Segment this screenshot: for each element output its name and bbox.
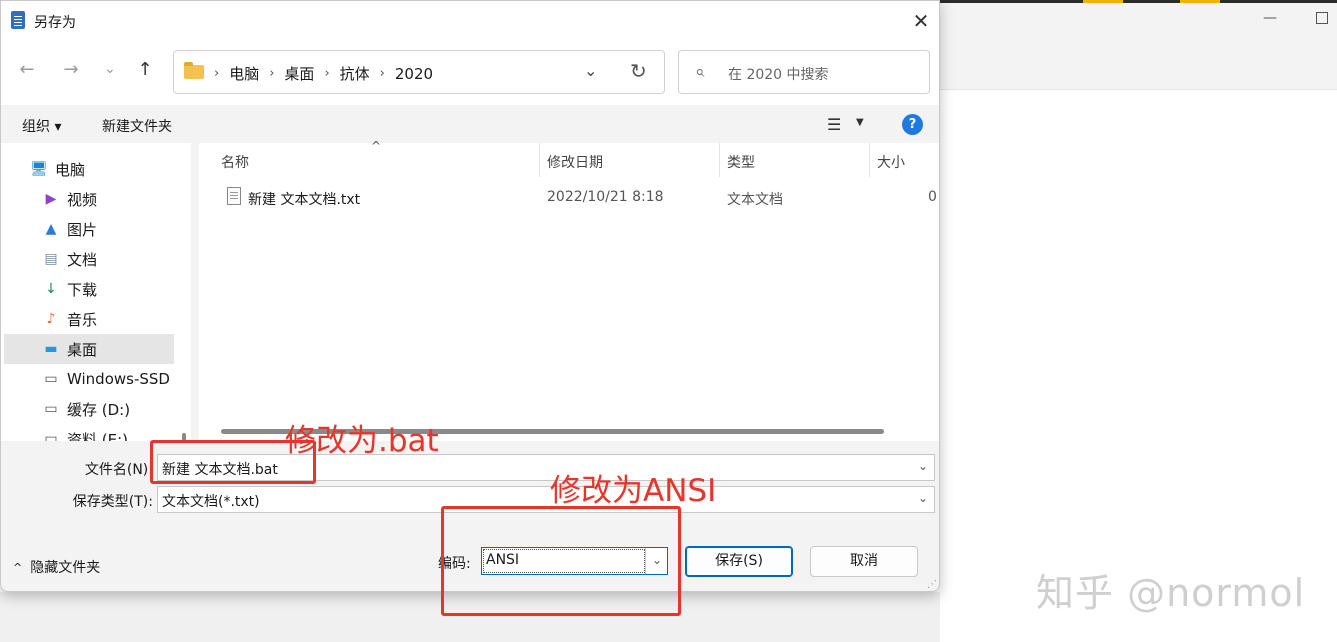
drive-icon: ▭ bbox=[44, 431, 58, 441]
table-row[interactable]: 新建 文本文档.txt 2022/10/21 8:18 文本文档 0 bbox=[199, 183, 939, 213]
text-file-icon bbox=[227, 187, 241, 205]
notepad-icon bbox=[11, 11, 25, 29]
view-options-icon[interactable]: ☰ bbox=[827, 115, 841, 134]
up-button[interactable]: ↑ bbox=[133, 59, 157, 80]
breadcrumb-separator[interactable]: › bbox=[324, 66, 329, 81]
drive-icon: ▭ bbox=[44, 371, 58, 387]
search-input[interactable]: 在 2020 中搜索 bbox=[728, 64, 829, 84]
music-icon: ♪ bbox=[46, 311, 56, 327]
column-divider[interactable] bbox=[869, 143, 870, 177]
folder-icon bbox=[184, 62, 204, 79]
save-as-dialog: 另存为 ✕ ← → ⌄ ↑ › 电脑 › 桌面 › 抗体 › 2020 ⌄ ↻ … bbox=[0, 0, 940, 592]
column-header-type[interactable]: 类型 bbox=[727, 152, 755, 172]
tree-item-label: 下载 bbox=[67, 280, 98, 299]
encoding-highlight-box bbox=[441, 506, 681, 616]
background-titlebar: — bbox=[940, 0, 1337, 90]
chevron-up-icon: ^ bbox=[13, 560, 23, 574]
tree-item-label: 视频 bbox=[67, 190, 98, 209]
background-top-strip bbox=[940, 0, 1337, 3]
breadcrumb-item[interactable]: 2020 bbox=[395, 65, 433, 83]
sort-ascending-icon: ^ bbox=[371, 139, 382, 153]
command-bar: 组织 ▾ 新建文件夹 ☰ ▼ ? bbox=[1, 105, 939, 143]
watermark: 知乎 @normol bbox=[1036, 571, 1306, 615]
column-header-date[interactable]: 修改日期 bbox=[547, 152, 603, 172]
help-icon[interactable]: ? bbox=[902, 114, 923, 135]
minimize-button[interactable]: — bbox=[1258, 10, 1282, 30]
filetype-value: 文本文档(*.txt) bbox=[162, 494, 260, 510]
tree-item-downloads[interactable]: ↓ 下载 bbox=[41, 274, 191, 304]
save-button[interactable]: 保存(S) bbox=[685, 546, 793, 577]
maximize-button[interactable] bbox=[1316, 12, 1328, 24]
tree-item-label: 缓存 (D:) bbox=[67, 400, 131, 419]
column-header-size[interactable]: 大小 bbox=[877, 152, 905, 172]
breadcrumb-item[interactable]: 桌面 bbox=[284, 63, 314, 84]
cancel-button[interactable]: 取消 bbox=[810, 546, 918, 577]
tree-item-label: 图片 bbox=[67, 220, 98, 239]
breadcrumb-separator[interactable]: › bbox=[380, 66, 385, 81]
tree-item-computer[interactable]: 🖥 电脑 bbox=[29, 154, 191, 184]
dialog-title: 另存为 bbox=[34, 15, 76, 31]
breadcrumb-item[interactable]: 电脑 bbox=[229, 63, 259, 84]
file-list: 名称 ^ 修改日期 类型 大小 新建 文本文档.txt 2022/10/21 8… bbox=[199, 139, 939, 441]
file-name: 新建 文本文档.txt bbox=[248, 192, 361, 208]
resize-grip-icon[interactable]: ⋰ bbox=[927, 579, 937, 590]
view-dropdown-icon[interactable]: ▼ bbox=[856, 117, 864, 128]
hide-folders-label: 隐藏文件夹 bbox=[30, 560, 101, 576]
encoding-annotation: 修改为ANSI bbox=[550, 473, 717, 509]
filename-label: 文件名(N): bbox=[84, 462, 153, 478]
close-button[interactable]: ✕ bbox=[901, 5, 939, 37]
column-header-name[interactable]: 名称 bbox=[221, 152, 249, 172]
picture-icon: ▲ bbox=[45, 221, 57, 237]
organize-button[interactable]: 组织 ▾ bbox=[22, 116, 61, 136]
tree-item-label: 桌面 bbox=[67, 340, 98, 359]
tree-item-music[interactable]: ♪ 音乐 bbox=[41, 304, 191, 334]
breadcrumb-separator: › bbox=[214, 66, 220, 81]
desktop-icon: ▬ bbox=[44, 341, 58, 357]
forward-button[interactable]: → bbox=[59, 59, 83, 80]
breadcrumb-item[interactable]: 抗体 bbox=[340, 63, 370, 84]
file-type: 文本文档 bbox=[727, 192, 783, 208]
tree-item-windows-ssd[interactable]: ▭ Windows-SSD bbox=[41, 364, 191, 394]
tree-item-label: 资料 (E:) bbox=[67, 430, 129, 442]
address-bar[interactable]: › 电脑 › 桌面 › 抗体 › 2020 ⌄ ↻ bbox=[173, 50, 665, 94]
tree-item-label: 文档 bbox=[67, 250, 98, 269]
tree-item-video[interactable]: ▶ 视频 bbox=[41, 184, 191, 214]
tree-item-label: 音乐 bbox=[67, 310, 98, 329]
filetype-label: 保存类型(T): bbox=[72, 494, 153, 510]
tree-item-drive-d[interactable]: ▭ 缓存 (D:) bbox=[41, 394, 191, 424]
new-folder-button[interactable]: 新建文件夹 bbox=[102, 116, 172, 136]
file-date: 2022/10/21 8:18 bbox=[547, 189, 664, 205]
navigation-pane: 🖥 电脑 ▶ 视频 ▲ 图片 ▤ 文档 ↓ 下载 ♪ 音乐 ▬ 桌面 ▭ Win… bbox=[1, 143, 191, 441]
chevron-down-icon[interactable]: ⌄ bbox=[918, 491, 928, 505]
breadcrumb-separator[interactable]: › bbox=[269, 66, 274, 81]
tree-item-documents[interactable]: ▤ 文档 bbox=[41, 244, 191, 274]
refresh-icon[interactable]: ↻ bbox=[630, 59, 647, 83]
address-dropdown-icon[interactable]: ⌄ bbox=[584, 61, 597, 80]
tree-item-desktop[interactable]: ▬ 桌面 bbox=[4, 334, 174, 364]
filename-annotation: 修改为.bat bbox=[285, 423, 439, 459]
tree-item-pictures[interactable]: ▲ 图片 bbox=[41, 214, 191, 244]
back-button[interactable]: ← bbox=[15, 59, 39, 80]
navigation-bar: ← → ⌄ ↑ › 电脑 › 桌面 › 抗体 › 2020 ⌄ ↻ ⌕ 在 20… bbox=[1, 41, 939, 105]
search-box[interactable]: ⌕ 在 2020 中搜索 bbox=[678, 50, 930, 94]
column-divider[interactable] bbox=[719, 143, 720, 177]
background-window: — bbox=[940, 0, 1337, 642]
file-size: 0 bbox=[928, 189, 937, 205]
drive-icon: ▭ bbox=[44, 401, 58, 417]
tree-item-drive-e[interactable]: ▭ 资料 (E:) bbox=[41, 424, 191, 442]
tree-item-label: Windows-SSD bbox=[67, 370, 170, 388]
video-icon: ▶ bbox=[45, 191, 57, 207]
column-divider[interactable] bbox=[539, 143, 540, 177]
tree-item-label: 电脑 bbox=[55, 160, 86, 179]
download-icon: ↓ bbox=[45, 281, 57, 297]
search-icon: ⌕ bbox=[695, 62, 705, 82]
breadcrumb: › 电脑 › 桌面 › 抗体 › 2020 bbox=[214, 63, 433, 84]
hide-folders-button[interactable]: ^ 隐藏文件夹 bbox=[13, 557, 100, 577]
dialog-titlebar: 另存为 ✕ bbox=[1, 1, 939, 41]
chevron-down-icon[interactable]: ⌄ bbox=[918, 459, 928, 473]
computer-icon: 🖥 bbox=[30, 161, 48, 177]
document-icon: ▤ bbox=[44, 251, 58, 267]
recent-locations-button[interactable]: ⌄ bbox=[98, 61, 122, 77]
